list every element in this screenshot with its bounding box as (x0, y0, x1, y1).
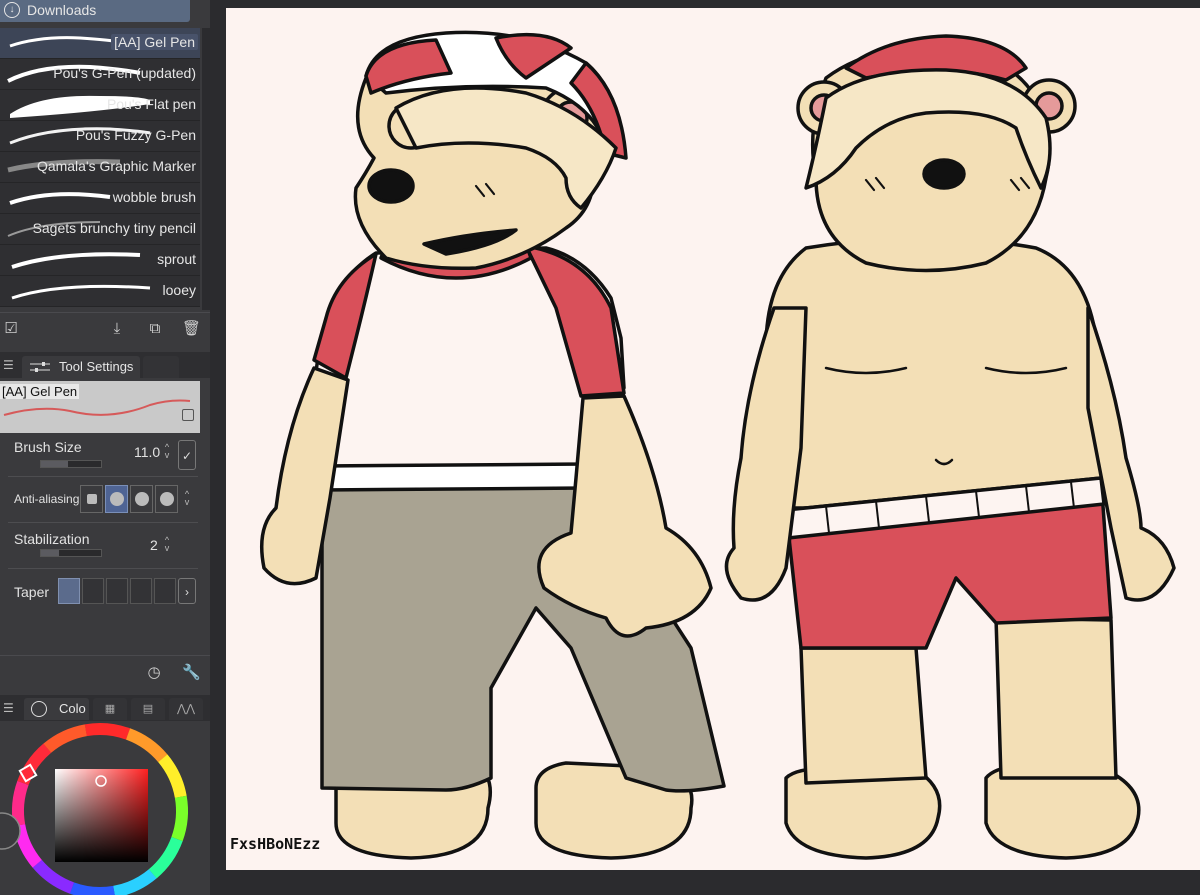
brush-size-value[interactable]: 11.0 (134, 444, 160, 460)
stabilization-label: Stabilization (14, 531, 90, 547)
color-wheel[interactable] (0, 721, 210, 895)
brush-item[interactable]: looey (0, 276, 200, 307)
menu-icon[interactable]: ☰ (3, 702, 14, 714)
color-panel (0, 721, 210, 895)
artwork (260, 30, 1176, 860)
tool-preview-name: [AA] Gel Pen (0, 384, 80, 399)
color-tab-row: ☰ Colo ▦ ▤ ⋀⋀ (0, 695, 210, 721)
taper-option[interactable] (82, 578, 104, 604)
tab-color-wheel[interactable]: Colo (24, 698, 89, 720)
taper-option[interactable] (154, 578, 176, 604)
brush-label: looey (162, 282, 196, 298)
anti-aliasing-option-weak[interactable] (105, 485, 128, 513)
chevron-right-icon[interactable]: › (178, 578, 196, 604)
wrench-icon[interactable]: 🔧 (182, 664, 201, 682)
brush-list-toolbar: ☑ ⤓ ⧉ 🗑 (0, 312, 210, 345)
stabilization-slider[interactable] (40, 549, 102, 557)
brush-label: wobble brush (112, 189, 196, 205)
taper-label: Taper (14, 584, 50, 600)
separator (8, 522, 198, 523)
download-icon: ↓ (4, 2, 20, 18)
menu-icon[interactable]: ☰ (3, 359, 14, 371)
tool-settings-bottom-bar: ◷ 🔧 (0, 655, 210, 688)
brush-item[interactable]: Pou's G-Pen (updated) (0, 59, 200, 90)
brush-label: Pou's Fuzzy G-Pen (75, 127, 196, 143)
downloads-tab[interactable]: ↓ Downloads (0, 0, 190, 22)
stabilization-fill (41, 550, 59, 556)
pressure-toggle-button[interactable]: ✓ (178, 440, 196, 470)
color-tab-label: Colo (59, 701, 86, 716)
anti-aliasing-option-none[interactable] (80, 485, 103, 513)
brush-size-fill (41, 461, 68, 467)
brush-label: Sagets brunchy tiny pencil (32, 220, 196, 236)
brush-item[interactable]: [AA] Gel Pen (0, 28, 200, 59)
brush-size-label: Brush Size (14, 439, 82, 455)
brush-item[interactable]: Qamala's Graphic Marker (0, 152, 200, 183)
brush-list: [AA] Gel Pen Pou's G-Pen (updated) Pou's… (0, 28, 202, 310)
brush-item[interactable]: wobble brush (0, 183, 200, 214)
separator (8, 568, 198, 569)
brush-label: sprout (157, 251, 196, 267)
color-circle-icon (31, 701, 47, 717)
left-panels: ↓ Downloads [AA] Gel Pen Pou's G-Pen (up… (0, 0, 210, 895)
artist-signature: FxsHBoNEzz (230, 835, 321, 853)
tool-preview: [AA] Gel Pen (0, 381, 200, 433)
brush-label: Qamala's Graphic Marker (36, 158, 196, 174)
lock-icon[interactable] (182, 409, 194, 421)
color-set-icon[interactable]: ▦ (93, 698, 127, 720)
brush-item[interactable]: Pou's Flat pen (0, 90, 200, 121)
stabilization-spinner[interactable]: ^ v (162, 536, 172, 553)
palette-history-icon[interactable]: ▤ (131, 698, 165, 720)
brush-item[interactable]: sprout (0, 245, 200, 276)
brush-item[interactable]: Pou's Fuzzy G-Pen (0, 121, 200, 152)
intermediate-color-icon[interactable]: ⋀⋀ (169, 698, 203, 720)
brush-label: Pou's Flat pen (106, 96, 196, 112)
tool-settings-label: Tool Settings (59, 359, 134, 374)
brush-label: Pou's G-Pen (updated) (53, 65, 196, 81)
taper-option[interactable] (106, 578, 128, 604)
brush-label: [AA] Gel Pen (111, 34, 198, 50)
tab-sub-tool-detail[interactable] (143, 356, 179, 378)
brush-size-spinner[interactable]: ^ v (162, 443, 172, 460)
tab-tool-settings[interactable]: Tool Settings (22, 356, 140, 378)
separator (8, 476, 198, 477)
taper-option[interactable] (58, 578, 80, 604)
select-all-icon[interactable]: ☑ (2, 320, 20, 338)
time-icon[interactable]: ◷ (145, 664, 163, 682)
trash-icon[interactable]: 🗑 (182, 320, 201, 338)
import-icon[interactable]: ⤓ (108, 320, 126, 338)
brush-list-scrollbar[interactable] (202, 28, 210, 310)
sliders-icon (30, 362, 50, 372)
brush-item[interactable]: Sagets brunchy tiny pencil (0, 214, 200, 245)
tool-settings-tab-row: ☰ Tool Settings (0, 352, 210, 378)
taper-option[interactable] (130, 578, 152, 604)
anti-aliasing-option-medium[interactable] (130, 485, 153, 513)
anti-aliasing-option-strong[interactable] (155, 485, 178, 513)
downloads-tab-label: Downloads (27, 2, 97, 18)
drawing-canvas[interactable]: FxsHBoNEzz (226, 8, 1200, 870)
stabilization-value[interactable]: 2 (150, 537, 158, 553)
anti-aliasing-spinner[interactable]: ^ v (182, 490, 192, 507)
duplicate-icon[interactable]: ⧉ (146, 320, 164, 338)
brush-size-slider[interactable] (40, 460, 102, 468)
anti-aliasing-label: Anti-aliasing (14, 492, 80, 506)
